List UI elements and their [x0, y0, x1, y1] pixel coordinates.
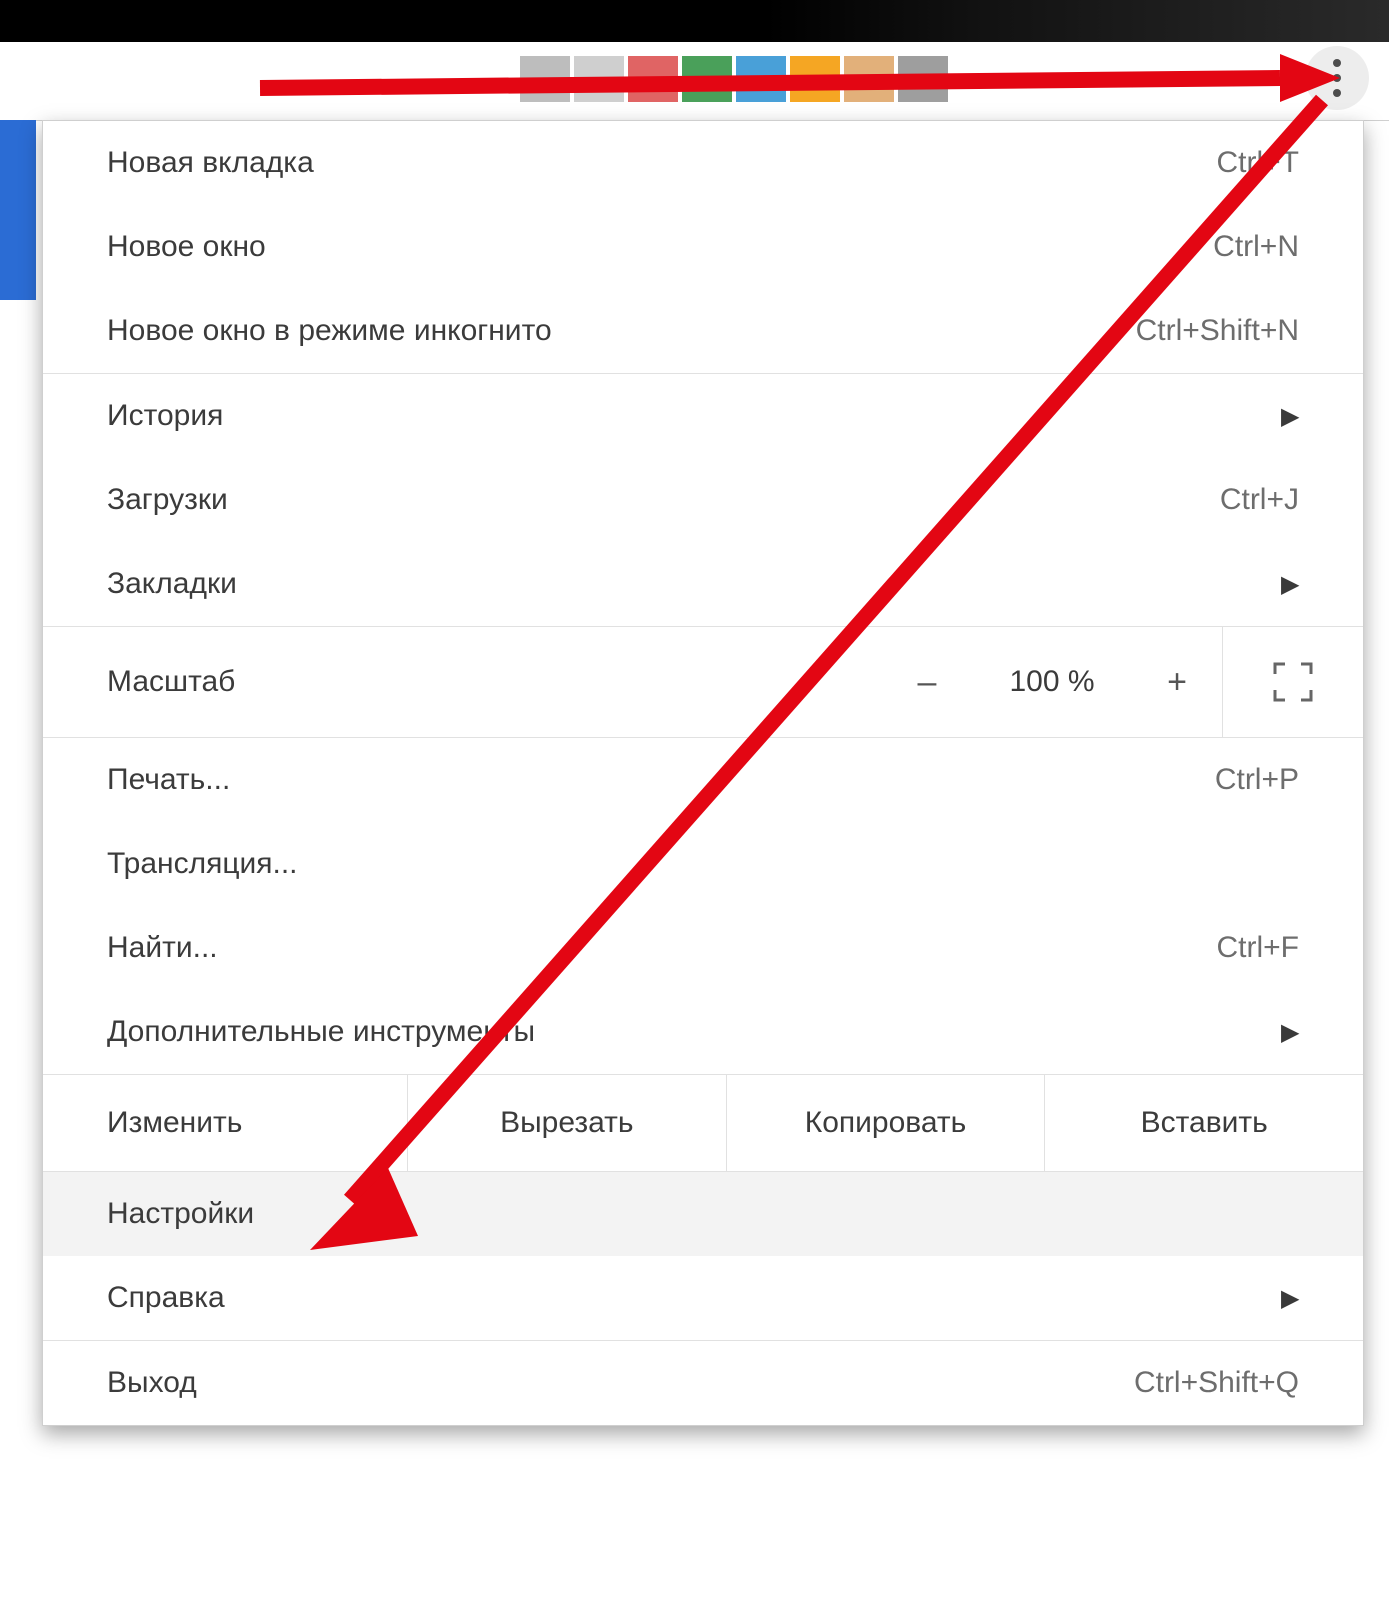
- menu-item-edit: Изменить Вырезать Копировать Вставить: [43, 1075, 1363, 1171]
- menu-item-label: Загрузки: [107, 483, 228, 517]
- menu-item-bookmarks[interactable]: Закладки ▶: [43, 542, 1363, 626]
- menu-item-label: Трансляция...: [107, 847, 298, 881]
- extension-icon[interactable]: [790, 56, 840, 102]
- chrome-main-menu: Новая вкладка Ctrl+T Новое окно Ctrl+N Н…: [42, 120, 1364, 1426]
- extension-icon[interactable]: [574, 56, 624, 102]
- menu-item-label: Новая вкладка: [107, 146, 314, 180]
- more-vertical-icon: [1333, 59, 1341, 97]
- menu-item-downloads[interactable]: Загрузки Ctrl+J: [43, 458, 1363, 542]
- edit-cut-button[interactable]: Вырезать: [407, 1075, 726, 1171]
- menu-item-shortcut: Ctrl+P: [1215, 763, 1299, 797]
- extension-icon[interactable]: [898, 56, 948, 102]
- menu-item-new-window[interactable]: Новое окно Ctrl+N: [43, 205, 1363, 289]
- menu-item-shortcut: Ctrl+Shift+N: [1136, 314, 1299, 348]
- edit-paste-button[interactable]: Вставить: [1044, 1075, 1363, 1171]
- menu-item-history[interactable]: История ▶: [43, 374, 1363, 458]
- chevron-right-icon: ▶: [1281, 1018, 1299, 1047]
- extension-icon[interactable]: [682, 56, 732, 102]
- menu-item-label: Настройки: [107, 1197, 254, 1231]
- menu-item-shortcut: Ctrl+T: [1217, 146, 1300, 180]
- menu-item-label: Закладки: [107, 567, 237, 601]
- menu-item-shortcut: Ctrl+J: [1220, 483, 1299, 517]
- menu-item-zoom: Масштаб – 100 % +: [43, 627, 1363, 737]
- menu-item-label: История: [107, 399, 223, 433]
- edit-copy-button[interactable]: Копировать: [726, 1075, 1045, 1171]
- fullscreen-icon: [1271, 660, 1315, 704]
- browser-toolbar: [0, 42, 1389, 121]
- window-title-bar: [0, 0, 1389, 42]
- extension-icon[interactable]: [520, 56, 570, 102]
- extension-icon[interactable]: [844, 56, 894, 102]
- chevron-right-icon: ▶: [1281, 570, 1299, 599]
- menu-item-new-incognito-window[interactable]: Новое окно в режиме инкогнито Ctrl+Shift…: [43, 289, 1363, 373]
- zoom-in-button[interactable]: +: [1132, 627, 1222, 737]
- menu-item-label: Найти...: [107, 931, 218, 965]
- edit-label: Изменить: [43, 1106, 407, 1140]
- menu-item-more-tools[interactable]: Дополнительные инструменты ▶: [43, 990, 1363, 1074]
- menu-item-help[interactable]: Справка ▶: [43, 1256, 1363, 1340]
- zoom-value: 100 %: [972, 665, 1132, 699]
- menu-item-label: Дополнительные инструменты: [107, 1015, 535, 1049]
- chevron-right-icon: ▶: [1281, 1284, 1299, 1313]
- chevron-right-icon: ▶: [1281, 402, 1299, 431]
- extension-icon[interactable]: [628, 56, 678, 102]
- menu-item-shortcut: Ctrl+N: [1213, 230, 1299, 264]
- menu-item-settings[interactable]: Настройки: [43, 1172, 1363, 1256]
- zoom-out-button[interactable]: –: [882, 627, 972, 737]
- menu-item-shortcut: Ctrl+Shift+Q: [1134, 1366, 1299, 1400]
- menu-item-shortcut: Ctrl+F: [1217, 931, 1300, 965]
- menu-item-label: Новое окно в режиме инкогнито: [107, 314, 552, 348]
- menu-item-label: Печать...: [107, 763, 230, 797]
- chrome-menu-button[interactable]: [1305, 46, 1369, 110]
- extension-icons: [520, 56, 948, 102]
- menu-item-print[interactable]: Печать... Ctrl+P: [43, 738, 1363, 822]
- menu-item-new-tab[interactable]: Новая вкладка Ctrl+T: [43, 121, 1363, 205]
- fullscreen-button[interactable]: [1222, 627, 1363, 737]
- menu-item-label: Справка: [107, 1281, 225, 1315]
- menu-item-find[interactable]: Найти... Ctrl+F: [43, 906, 1363, 990]
- menu-item-cast[interactable]: Трансляция...: [43, 822, 1363, 906]
- zoom-label: Масштаб: [107, 665, 235, 699]
- page-accent-strip: [0, 120, 36, 300]
- menu-item-label: Новое окно: [107, 230, 266, 264]
- extension-icon[interactable]: [736, 56, 786, 102]
- menu-item-label: Выход: [107, 1366, 197, 1400]
- menu-item-exit[interactable]: Выход Ctrl+Shift+Q: [43, 1341, 1363, 1425]
